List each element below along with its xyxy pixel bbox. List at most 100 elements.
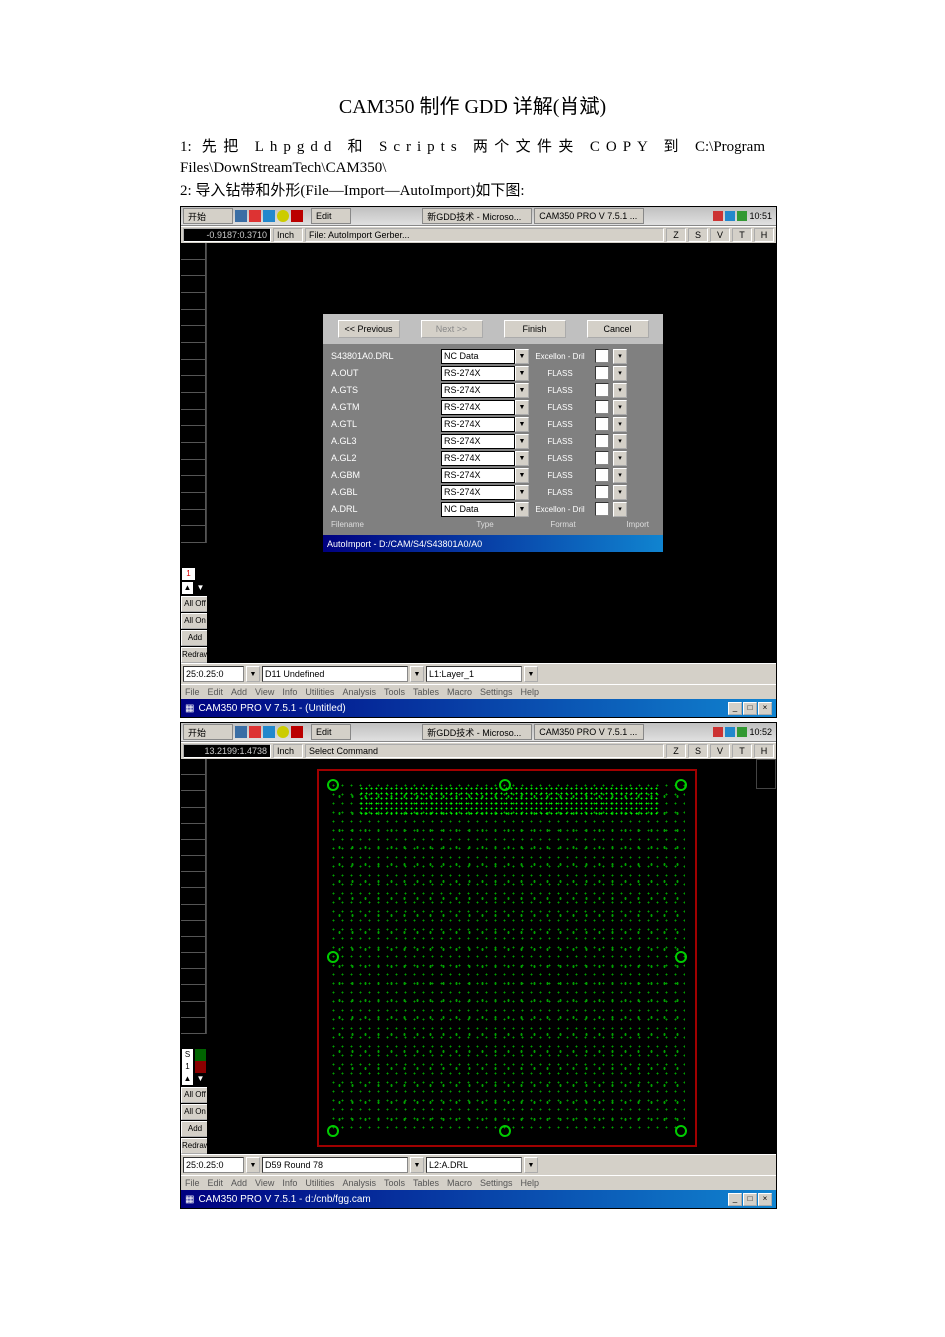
add-layer-button[interactable]: Add Lyr	[181, 630, 209, 646]
dropdown-icon[interactable]: ▼	[515, 400, 529, 415]
maximize-button[interactable]: □	[743, 1193, 757, 1206]
import-file-row[interactable]: A.DRLNC Data▼Excellon - Dril▾	[327, 501, 659, 517]
all-on-button[interactable]: All On	[181, 613, 209, 629]
options-button[interactable]: ▾	[613, 349, 627, 364]
import-checkbox[interactable]	[595, 434, 609, 448]
import-file-row[interactable]: A.GBMRS-274X▼FLASS▾	[327, 467, 659, 483]
down-arrow-icon[interactable]: ▼	[195, 582, 206, 594]
import-file-row[interactable]: A.GL2RS-274X▼FLASS▾	[327, 450, 659, 466]
dropdown-icon[interactable]: ▼	[515, 349, 529, 364]
import-checkbox[interactable]	[595, 451, 609, 465]
dropdown-icon[interactable]: ▼	[524, 666, 538, 682]
import-file-row[interactable]: A.GTSRS-274X▼FLASS▾	[327, 382, 659, 398]
type-combo[interactable]: NC Data	[441, 349, 515, 364]
previous-button[interactable]: << Previous	[338, 320, 400, 338]
quicklaunch-icon[interactable]	[277, 210, 289, 222]
quicklaunch-icon[interactable]	[249, 210, 261, 222]
tray-icon[interactable]	[713, 211, 723, 221]
type-combo[interactable]: RS-274X	[441, 400, 515, 415]
tray-icon[interactable]	[725, 727, 735, 737]
import-checkbox[interactable]	[595, 366, 609, 380]
type-combo[interactable]: NC Data	[441, 502, 515, 517]
import-file-row[interactable]: A.GBLRS-274X▼FLASS▾	[327, 484, 659, 500]
dropdown-icon[interactable]: ▼	[515, 468, 529, 483]
ruler-s[interactable]: S	[688, 744, 708, 758]
options-button[interactable]: ▾	[613, 502, 627, 517]
import-file-row[interactable]: A.OUTRS-274X▼FLASS▾	[327, 365, 659, 381]
ruler-v[interactable]: V	[710, 744, 730, 758]
dropdown-icon[interactable]: ▼	[515, 366, 529, 381]
layer-combo[interactable]: L2:A.DRL	[426, 1157, 522, 1173]
quicklaunch-icon[interactable]	[263, 210, 275, 222]
dropdown-icon[interactable]: ▼	[410, 1157, 424, 1173]
cancel-button[interactable]: Cancel	[587, 320, 649, 338]
dropdown-icon[interactable]: ▼	[515, 502, 529, 517]
type-combo[interactable]: RS-274X	[441, 366, 515, 381]
ruler-v[interactable]: V	[710, 228, 730, 242]
layer-combo[interactable]: L1:Layer_1	[426, 666, 522, 682]
quicklaunch-icon[interactable]	[277, 726, 289, 738]
quicklaunch-icon[interactable]	[291, 726, 303, 738]
options-button[interactable]: ▾	[613, 434, 627, 449]
taskbar-task-word[interactable]: 新GDD技术 - Microso...	[422, 208, 532, 224]
dropdown-icon[interactable]: ▼	[515, 451, 529, 466]
ruler-h[interactable]: H	[754, 744, 774, 758]
tray-icon[interactable]	[737, 211, 747, 221]
close-button[interactable]: ×	[758, 1193, 772, 1206]
ruler-z[interactable]: Z	[666, 744, 686, 758]
import-file-row[interactable]: A.GTLRS-274X▼FLASS▾	[327, 416, 659, 432]
options-button[interactable]: ▾	[613, 451, 627, 466]
up-arrow-icon[interactable]: ▲	[182, 1073, 193, 1085]
options-button[interactable]: ▾	[613, 400, 627, 415]
import-checkbox[interactable]	[595, 468, 609, 482]
grid-combo[interactable]: 25:0.25:0	[183, 666, 244, 682]
taskbar-task[interactable]: Edit	[311, 724, 351, 740]
all-off-button[interactable]: All Off	[181, 1087, 209, 1103]
redraw-button[interactable]: Redraw	[181, 647, 209, 663]
taskbar-task-cam[interactable]: CAM350 PRO V 7.5.1 ...	[534, 208, 644, 224]
dropdown-icon[interactable]: ▼	[524, 1157, 538, 1173]
type-combo[interactable]: RS-274X	[441, 383, 515, 398]
drawing-canvas[interactable]: << Previous Next >> Finish Cancel S43801…	[207, 243, 776, 663]
options-button[interactable]: ▾	[613, 383, 627, 398]
menu-bar[interactable]: FileEditAdd ViewInfoUtilities AnalysisTo…	[181, 1175, 776, 1190]
all-on-button[interactable]: All On	[181, 1104, 209, 1120]
navigator-box[interactable]	[756, 759, 776, 789]
import-checkbox[interactable]	[595, 400, 609, 414]
ruler-z[interactable]: Z	[666, 228, 686, 242]
layer-indicator-1[interactable]: 1	[182, 568, 195, 580]
options-button[interactable]: ▾	[613, 485, 627, 500]
quicklaunch-icon[interactable]	[291, 210, 303, 222]
taskbar-task-cam[interactable]: CAM350 PRO V 7.5.1 ...	[534, 724, 644, 740]
tray-icon[interactable]	[737, 727, 747, 737]
import-file-row[interactable]: S43801A0.DRLNC Data▼Excellon - Dril▾	[327, 348, 659, 364]
dropdown-icon[interactable]: ▼	[515, 485, 529, 500]
redraw-button[interactable]: Redraw	[181, 1138, 209, 1154]
options-button[interactable]: ▾	[613, 417, 627, 432]
type-combo[interactable]: RS-274X	[441, 468, 515, 483]
add-layer-button[interactable]: Add Lyr	[181, 1121, 209, 1137]
options-button[interactable]: ▾	[613, 366, 627, 381]
dropdown-icon[interactable]: ▼	[515, 417, 529, 432]
quicklaunch-icon[interactable]	[235, 210, 247, 222]
ruler-t[interactable]: T	[732, 744, 752, 758]
down-arrow-icon[interactable]: ▼	[195, 1073, 206, 1085]
options-button[interactable]: ▾	[613, 468, 627, 483]
type-combo[interactable]: RS-274X	[441, 417, 515, 432]
import-checkbox[interactable]	[595, 417, 609, 431]
start-button[interactable]: 开始	[183, 724, 233, 740]
import-checkbox[interactable]	[595, 502, 609, 516]
up-arrow-icon[interactable]: ▲	[182, 582, 193, 594]
finish-button[interactable]: Finish	[504, 320, 566, 338]
import-checkbox[interactable]	[595, 383, 609, 397]
dropdown-icon[interactable]: ▼	[410, 666, 424, 682]
close-button[interactable]: ×	[758, 702, 772, 715]
all-off-button[interactable]: All Off	[181, 596, 209, 612]
minimize-button[interactable]: _	[728, 1193, 742, 1206]
dropdown-icon[interactable]: ▼	[515, 434, 529, 449]
import-file-row[interactable]: A.GL3RS-274X▼FLASS▾	[327, 433, 659, 449]
type-combo[interactable]: RS-274X	[441, 485, 515, 500]
taskbar-task-word[interactable]: 新GDD技术 - Microso...	[422, 724, 532, 740]
type-combo[interactable]: RS-274X	[441, 451, 515, 466]
quicklaunch-icon[interactable]	[263, 726, 275, 738]
